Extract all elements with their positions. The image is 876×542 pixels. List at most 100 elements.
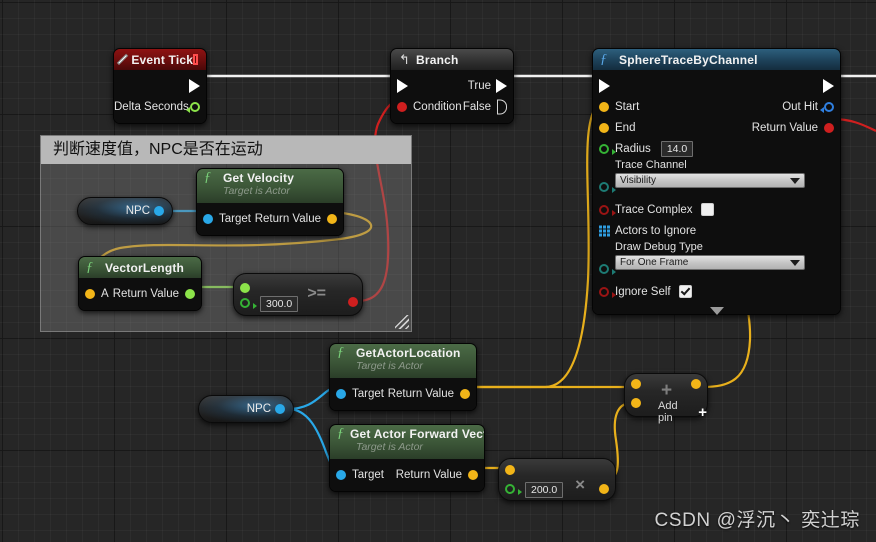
node-get-actor-location[interactable]: ƒ GetActorLocation Target is Actor Targe… bbox=[329, 343, 477, 411]
vector-pin-return-value[interactable] bbox=[327, 213, 337, 224]
sphere-trace-exec-row[interactable] bbox=[593, 75, 840, 96]
event-tick-exec-out-row[interactable] bbox=[114, 75, 206, 96]
object-pin-target[interactable] bbox=[336, 388, 346, 399]
sphere-trace-exec-in-pin[interactable] bbox=[599, 78, 610, 93]
sphere-trace-trace-channel-row[interactable]: Trace Channel Visibility bbox=[593, 159, 840, 199]
node-branch[interactable]: ↰ Branch True Condition False bbox=[390, 48, 514, 124]
bool-pin-condition[interactable] bbox=[397, 101, 407, 112]
branch-false-pin[interactable] bbox=[497, 99, 507, 114]
sphere-trace-trace-complex-row[interactable]: Trace Complex bbox=[593, 199, 840, 220]
sphere-trace-end-row[interactable]: End Return Value bbox=[593, 117, 840, 138]
node-npc-variable-top[interactable]: NPC bbox=[77, 197, 173, 225]
event-tick-title: Event Tick bbox=[131, 52, 194, 67]
draw-debug-type-label: Draw Debug Type bbox=[615, 241, 703, 253]
comment-resize-handle[interactable] bbox=[395, 315, 409, 329]
node-get-actor-forward-vector[interactable]: ƒ Get Actor Forward Vector Target is Act… bbox=[329, 424, 485, 492]
trace-complex-checkbox[interactable] bbox=[700, 203, 714, 216]
sphere-trace-actors-to-ignore-row[interactable]: Actors to Ignore bbox=[593, 220, 840, 241]
vector-length-body: A Return Value bbox=[79, 278, 201, 310]
node-greater-equal[interactable]: 300.0 >= bbox=[233, 273, 363, 316]
node-multiply[interactable]: 200.0 × bbox=[498, 458, 616, 501]
bool-pin-out[interactable] bbox=[348, 297, 358, 307]
vector-pin-a[interactable] bbox=[505, 465, 515, 475]
array-pin-actors-to-ignore[interactable] bbox=[599, 225, 610, 236]
sphere-trace-ignore-self-row[interactable]: Ignore Self bbox=[593, 281, 840, 302]
event-tick-delta-seconds-row[interactable]: Delta Seconds bbox=[114, 96, 206, 117]
get-actor-location-target-label: Target bbox=[352, 387, 384, 400]
get-actor-location-target-row[interactable]: Target Return Value bbox=[330, 383, 476, 404]
struct-pin-out-hit[interactable] bbox=[820, 101, 834, 113]
branch-true-pin[interactable] bbox=[496, 78, 507, 93]
radius-value-field[interactable]: 14.0 bbox=[660, 140, 694, 157]
vector-pin-a[interactable] bbox=[631, 379, 641, 389]
add-pin-button[interactable]: Add pin + bbox=[658, 400, 707, 424]
object-pin-npc-top[interactable] bbox=[154, 206, 164, 216]
bool-pin-ignore-self[interactable] bbox=[599, 286, 616, 298]
float-pin-delta-seconds[interactable] bbox=[186, 101, 200, 113]
vector-pin-a[interactable] bbox=[85, 288, 95, 299]
comment-title[interactable]: 判断速度值，NPC是否在运动 bbox=[41, 136, 411, 164]
branch-exec-in-pin[interactable] bbox=[397, 78, 408, 93]
get-velocity-body: Target Return Value bbox=[197, 203, 343, 235]
vector-pin-out[interactable] bbox=[599, 484, 609, 494]
sphere-trace-start-row[interactable]: Start Out Hit bbox=[593, 96, 840, 117]
object-pin-target[interactable] bbox=[203, 213, 213, 224]
float-pin-b[interactable] bbox=[505, 484, 522, 495]
get-velocity-target-label: Target bbox=[219, 212, 251, 225]
sphere-trace-draw-debug-type-row[interactable]: Draw Debug Type For One Frame bbox=[593, 241, 840, 281]
vector-length-header: ƒ VectorLength bbox=[79, 257, 201, 278]
greater-equal-b-field[interactable]: 300.0 bbox=[260, 296, 299, 312]
chevron-down-icon bbox=[790, 259, 800, 266]
get-actor-forward-vector-return-label: Return Value bbox=[395, 468, 462, 481]
float-pin-return-value[interactable] bbox=[185, 288, 195, 299]
npc-bottom-label: NPC bbox=[246, 403, 271, 415]
node-vector-length[interactable]: ƒ VectorLength A Return Value bbox=[78, 256, 202, 311]
vector-pin-end[interactable] bbox=[599, 122, 609, 133]
vector-pin-out[interactable] bbox=[691, 379, 701, 389]
float-pin-radius[interactable] bbox=[599, 143, 616, 155]
enum-pin-trace-channel[interactable] bbox=[599, 182, 616, 193]
out-hit-label: Out Hit bbox=[782, 100, 818, 113]
event-tick-header: Event Tick bbox=[114, 49, 206, 70]
node-event-tick[interactable]: Event Tick Delta Seconds bbox=[113, 48, 207, 124]
function-f-icon: ƒ bbox=[337, 345, 344, 360]
object-pin-npc-bottom[interactable] bbox=[275, 404, 285, 414]
trace-channel-dropdown[interactable]: Visibility bbox=[615, 173, 805, 188]
get-velocity-target-row[interactable]: Target Return Value bbox=[197, 208, 343, 229]
enum-pin-draw-debug-type[interactable] bbox=[599, 264, 616, 275]
trace-channel-label: Trace Channel bbox=[615, 159, 687, 171]
get-actor-forward-vector-header: ƒ Get Actor Forward Vector Target is Act… bbox=[330, 425, 484, 459]
get-actor-forward-vector-target-row[interactable]: Target Return Value bbox=[330, 464, 484, 485]
object-pin-target[interactable] bbox=[336, 469, 346, 480]
get-velocity-subtitle: Target is Actor bbox=[223, 185, 290, 197]
float-pin-a[interactable] bbox=[240, 283, 250, 293]
bool-pin-trace-complex[interactable] bbox=[599, 204, 616, 216]
node-sphere-trace-by-channel[interactable]: ƒ SphereTraceByChannel Start Out Hit End… bbox=[592, 48, 841, 315]
node-npc-variable-bottom[interactable]: NPC bbox=[198, 395, 294, 423]
vector-pin-start[interactable] bbox=[599, 101, 609, 112]
vector-length-a-row[interactable]: A Return Value bbox=[79, 283, 201, 304]
sphere-trace-radius-row[interactable]: Radius 14.0 bbox=[593, 138, 840, 159]
bool-pin-return-value[interactable] bbox=[824, 122, 834, 133]
branch-exec-true-row[interactable]: True bbox=[391, 75, 513, 96]
vector-pin-return-value[interactable] bbox=[460, 388, 470, 399]
multiply-b-field[interactable]: 200.0 bbox=[525, 482, 564, 498]
float-pin-b[interactable] bbox=[240, 298, 257, 309]
sphere-trace-exec-out-pin[interactable] bbox=[823, 78, 834, 93]
chevron-down-icon-expander[interactable] bbox=[709, 307, 724, 315]
stop-square-icon[interactable] bbox=[193, 54, 198, 65]
branch-condition-false-row[interactable]: Condition False bbox=[391, 96, 513, 117]
node-add[interactable]: + Add pin + bbox=[624, 373, 708, 424]
ignore-self-checkbox[interactable] bbox=[678, 285, 692, 298]
node-get-velocity[interactable]: ƒ Get Velocity Target is Actor Target Re… bbox=[196, 168, 344, 236]
blueprint-graph-canvas[interactable]: 判断速度值，NPC是否在运动 Event Tick Delta Seconds … bbox=[0, 0, 876, 542]
vector-pin-return-value[interactable] bbox=[468, 469, 478, 480]
draw-debug-type-dropdown[interactable]: For One Frame bbox=[615, 255, 805, 270]
vector-pin-b[interactable] bbox=[631, 398, 641, 408]
get-velocity-title: Get Velocity bbox=[223, 171, 295, 185]
get-actor-location-return-label: Return Value bbox=[387, 387, 454, 400]
exec-out-pin[interactable] bbox=[189, 78, 200, 93]
function-f-icon: ƒ bbox=[204, 170, 211, 185]
get-velocity-header: ƒ Get Velocity Target is Actor bbox=[197, 169, 343, 203]
watermark-text: CSDN @浮沉丶 奕辻琮 bbox=[654, 510, 860, 531]
